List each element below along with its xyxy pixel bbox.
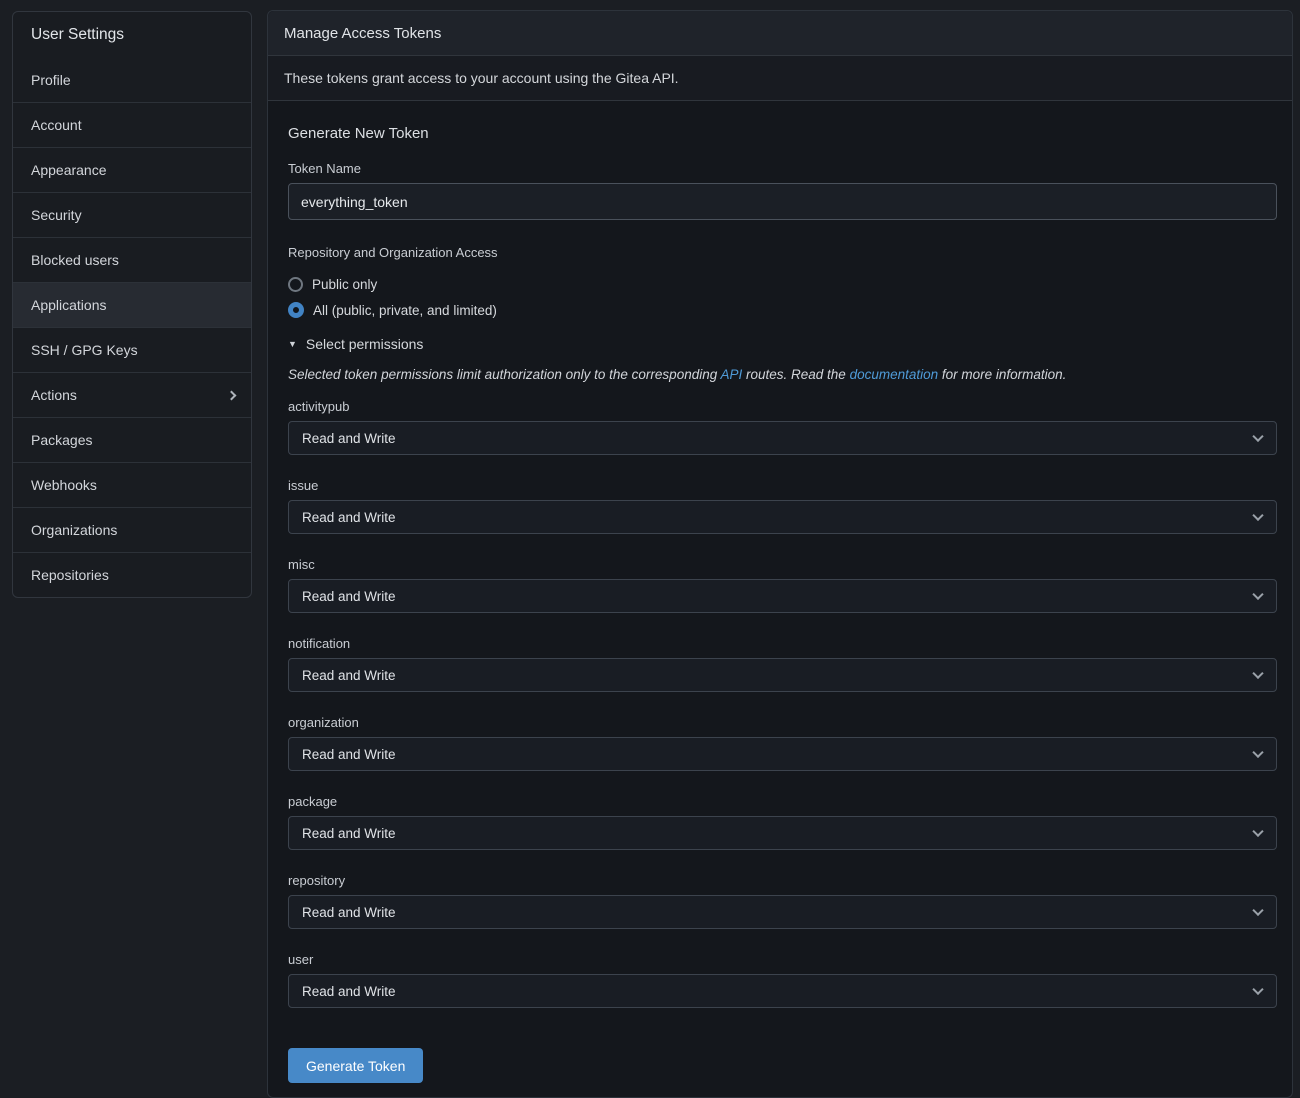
permission-label-organization: organization — [288, 715, 1277, 730]
chevron-down-icon — [1252, 589, 1263, 600]
permission-group-organization: organization Read and Write — [288, 715, 1277, 771]
permission-group-user: user Read and Write — [288, 952, 1277, 1008]
permission-group-issue: issue Read and Write — [288, 478, 1277, 534]
permission-group-package: package Read and Write — [288, 794, 1277, 850]
token-name-label: Token Name — [288, 161, 1277, 176]
chevron-down-icon — [1252, 826, 1263, 837]
permissions-note: Selected token permissions limit authori… — [288, 367, 1277, 382]
panel-description: These tokens grant access to your accoun… — [268, 56, 1292, 101]
permission-label-repository: repository — [288, 873, 1277, 888]
permission-select-organization[interactable]: Read and Write — [288, 737, 1277, 771]
triangle-down-icon: ▼ — [288, 340, 297, 349]
permission-select-user[interactable]: Read and Write — [288, 974, 1277, 1008]
permission-label-activitypub: activitypub — [288, 399, 1277, 414]
access-scope-label: Repository and Organization Access — [288, 245, 1277, 260]
permission-group-repository: repository Read and Write — [288, 873, 1277, 929]
permission-label-issue: issue — [288, 478, 1277, 493]
radio-option-all-public-private-and-limited[interactable]: All (public, private, and limited) — [288, 297, 1277, 323]
chevron-down-icon — [1252, 747, 1263, 758]
permission-label-package: package — [288, 794, 1277, 809]
chevron-down-icon — [1252, 984, 1263, 995]
chevron-down-icon — [1252, 905, 1263, 916]
chevron-right-icon — [227, 390, 237, 400]
token-name-input[interactable] — [288, 183, 1277, 220]
sidebar-item-repositories[interactable]: Repositories — [13, 552, 251, 597]
permission-select-misc[interactable]: Read and Write — [288, 579, 1277, 613]
select-permissions-toggle[interactable]: ▼ Select permissions — [288, 336, 1277, 352]
permission-group-misc: misc Read and Write — [288, 557, 1277, 613]
sidebar-item-account[interactable]: Account — [13, 102, 251, 147]
permission-label-misc: misc — [288, 557, 1277, 572]
section-title: Generate New Token — [288, 125, 1277, 142]
sidebar-title: User Settings — [13, 12, 251, 57]
sidebar-item-applications[interactable]: Applications — [13, 282, 251, 327]
permission-select-notification[interactable]: Read and Write — [288, 658, 1277, 692]
generate-token-form: Generate New Token Token Name Repository… — [268, 101, 1292, 1097]
permission-select-activitypub[interactable]: Read and Write — [288, 421, 1277, 455]
permission-select-package[interactable]: Read and Write — [288, 816, 1277, 850]
permission-select-repository[interactable]: Read and Write — [288, 895, 1277, 929]
permission-label-notification: notification — [288, 636, 1277, 651]
sidebar-item-webhooks[interactable]: Webhooks — [13, 462, 251, 507]
manage-tokens-panel: Manage Access Tokens These tokens grant … — [267, 10, 1293, 1098]
sidebar-item-ssh-gpg-keys[interactable]: SSH / GPG Keys — [13, 327, 251, 372]
documentation-link[interactable]: documentation — [850, 367, 939, 382]
chevron-down-icon — [1252, 431, 1263, 442]
sidebar-item-appearance[interactable]: Appearance — [13, 147, 251, 192]
permission-select-issue[interactable]: Read and Write — [288, 500, 1277, 534]
sidebar-item-blocked-users[interactable]: Blocked users — [13, 237, 251, 282]
radio-button-icon — [288, 277, 303, 292]
panel-header: Manage Access Tokens — [268, 11, 1292, 56]
select-permissions-label: Select permissions — [306, 336, 424, 352]
radio-option-public-only[interactable]: Public only — [288, 271, 1277, 297]
radio-button-icon — [288, 302, 304, 318]
permission-group-notification: notification Read and Write — [288, 636, 1277, 692]
chevron-down-icon — [1252, 668, 1263, 679]
permission-label-user: user — [288, 952, 1277, 967]
sidebar-item-actions[interactable]: Actions — [13, 372, 251, 417]
sidebar-item-packages[interactable]: Packages — [13, 417, 251, 462]
sidebar-item-security[interactable]: Security — [13, 192, 251, 237]
chevron-down-icon — [1252, 510, 1263, 521]
permission-group-activitypub: activitypub Read and Write — [288, 399, 1277, 455]
api-link[interactable]: API — [720, 367, 742, 382]
settings-sidebar: User Settings Profile Account Appearance… — [12, 11, 252, 598]
sidebar-item-profile[interactable]: Profile — [13, 57, 251, 102]
sidebar-item-organizations[interactable]: Organizations — [13, 507, 251, 552]
